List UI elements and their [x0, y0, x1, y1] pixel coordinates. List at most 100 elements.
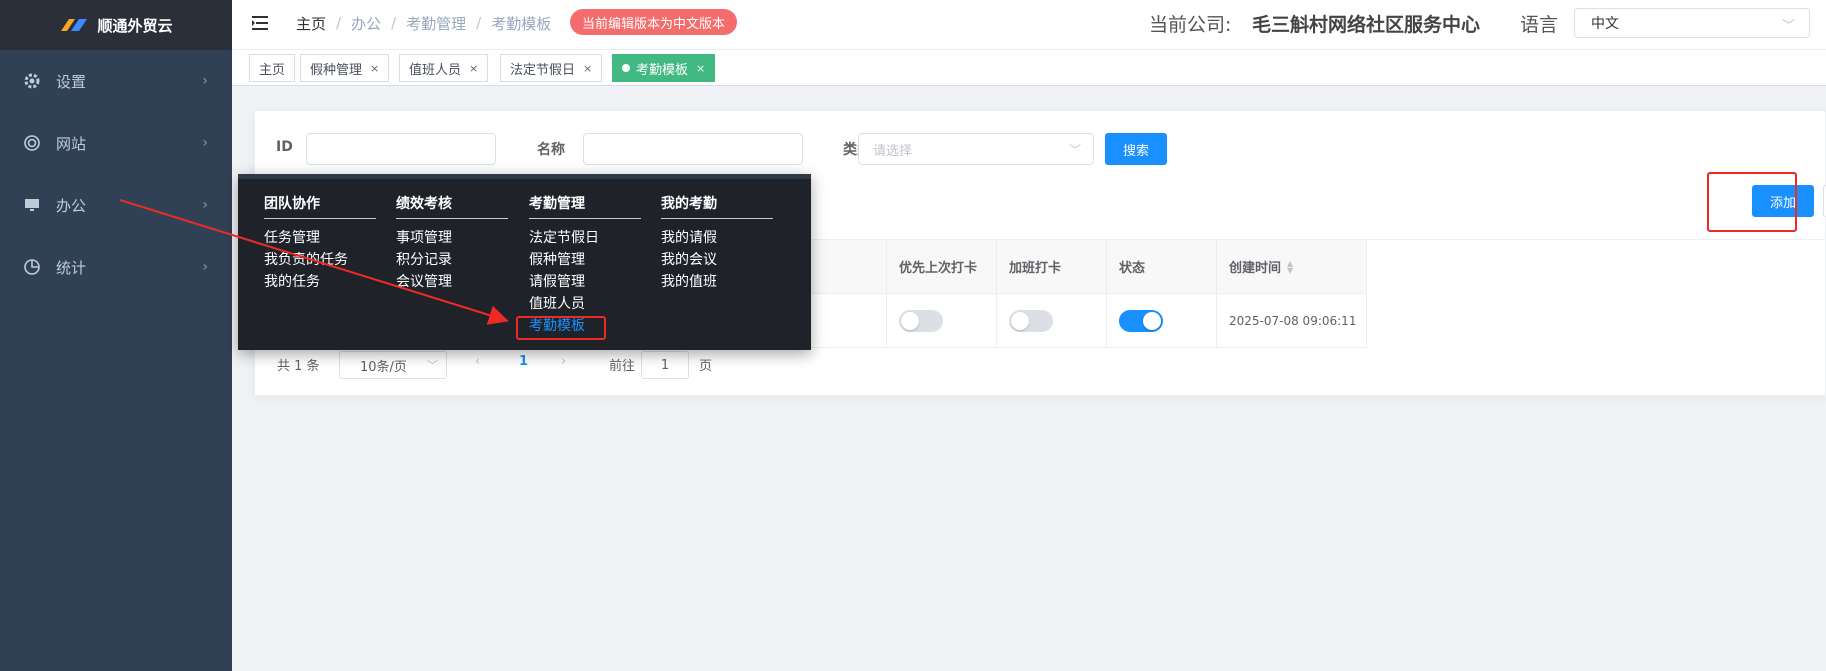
menu-column-title: 我的考勤 — [661, 193, 773, 219]
created-at-value: 2025-07-08 09:06:11 — [1229, 313, 1357, 328]
language-select[interactable]: 中文 ﹀ — [1574, 8, 1810, 38]
status-switch[interactable] — [1119, 309, 1163, 332]
tag-label: 法定节假日 — [510, 62, 576, 78]
monitor-icon — [22, 195, 42, 215]
breadcrumb-item[interactable]: 主页 — [296, 13, 326, 34]
sidebar-item-settings[interactable]: 设置 › — [0, 50, 232, 112]
sidebar-item-label: 办公 — [56, 196, 87, 215]
logo-text: 顺通外贸云 — [97, 16, 173, 35]
chevron-down-icon: ﹀ — [427, 359, 438, 372]
breadcrumb-separator: / — [336, 14, 342, 32]
menu-column-title: 团队协作 — [264, 193, 376, 219]
tags-view: 主页 假种管理 × 值班人员 × 法定节假日 × 考勤模板 × — [232, 50, 1826, 86]
table-header-created-at[interactable]: 创建时间 ▲ ▼ — [1217, 240, 1367, 294]
language-label: 语言 — [1520, 14, 1559, 36]
chevron-right-icon: › — [202, 73, 208, 89]
tag-home[interactable]: 主页 — [249, 54, 296, 82]
pagination: 共 1 条 10条/页 ﹀ ‹ 1 › 前往 1 页 — [255, 351, 955, 381]
breadcrumb-item: 办公 — [351, 14, 382, 33]
add-button-highlight — [1707, 172, 1797, 232]
breadcrumb-item: 考勤模板 — [491, 14, 552, 33]
chevron-right-icon: › — [202, 135, 208, 151]
goto-page-input[interactable]: 1 — [641, 351, 689, 379]
menu-item-my-duty[interactable]: 我的值班 — [661, 271, 773, 293]
id-input[interactable] — [306, 133, 496, 165]
top-header: 主页 / 办公 / 考勤管理 / 考勤模板 当前编辑版本为中文版本 当前公司: … — [232, 0, 1826, 50]
menu-column-team: 团队协作 任务管理 我负责的任务 我的任务 — [264, 193, 376, 293]
active-dot-icon — [622, 64, 630, 72]
menu-column-performance: 绩效考核 事项管理 积分记录 会议管理 — [396, 193, 508, 293]
app-logo[interactable]: 顺通外贸云 — [0, 0, 232, 50]
id-label: ID — [276, 139, 293, 155]
type-select[interactable]: 请选择 ﹀ — [858, 133, 1094, 165]
sidebar: 顺通外贸云 设置 › 网站 › 办公 › 统计 › — [0, 0, 232, 671]
sidebar-item-office[interactable]: 办公 › — [0, 174, 232, 236]
menu-item-duty-staff[interactable]: 值班人员 — [529, 293, 641, 315]
breadcrumb: 主页 / 办公 / 考勤管理 / 考勤模板 — [296, 0, 551, 46]
priority-last-switch[interactable] — [899, 309, 943, 332]
next-page-icon[interactable]: › — [561, 354, 566, 369]
sidebar-item-statistics[interactable]: 统计 › — [0, 236, 232, 298]
tag-label: 值班人员 — [409, 62, 462, 78]
tag-label: 主页 — [259, 62, 286, 78]
menu-item-leave-management[interactable]: 请假管理 — [529, 271, 641, 293]
close-icon[interactable]: × — [696, 62, 705, 75]
menu-column-title: 绩效考核 — [396, 193, 508, 219]
table-cell — [997, 294, 1107, 348]
chevron-right-icon: › — [202, 259, 208, 275]
menu-column-my-attendance: 我的考勤 我的请假 我的会议 我的值班 — [661, 193, 773, 293]
language-value: 中文 — [1591, 16, 1619, 32]
gear-icon — [22, 71, 42, 91]
table-cell — [887, 294, 997, 348]
page-size-select[interactable]: 10条/页 ﹀ — [339, 351, 447, 379]
menu-item-my-meetings[interactable]: 我的会议 — [661, 249, 773, 271]
version-badge: 当前编辑版本为中文版本 — [570, 9, 738, 35]
tag-attendance-template[interactable]: 考勤模板 × — [612, 54, 716, 82]
breadcrumb-item: 考勤管理 — [406, 14, 467, 33]
table-header-status: 状态 — [1107, 240, 1217, 294]
page-number[interactable]: 1 — [519, 354, 528, 369]
pie-chart-icon — [22, 257, 42, 277]
logo-icon — [61, 19, 88, 31]
breadcrumb-separator: / — [391, 14, 397, 32]
tag-label: 考勤模板 — [636, 62, 689, 78]
company-label: 当前公司: — [1149, 14, 1232, 36]
search-button[interactable]: 搜索 — [1105, 133, 1167, 165]
name-input[interactable] — [583, 133, 803, 165]
sidebar-item-label: 设置 — [56, 72, 87, 91]
menu-item-holidays[interactable]: 法定节假日 — [529, 227, 641, 249]
table-cell — [1107, 294, 1217, 348]
menu-item-my-tasks[interactable]: 我的任务 — [264, 271, 376, 293]
sidebar-item-website[interactable]: 网站 › — [0, 112, 232, 174]
table-header-overtime: 加班打卡 — [997, 240, 1107, 294]
menu-item-task-management[interactable]: 任务管理 — [264, 227, 376, 249]
tag-leave-types[interactable]: 假种管理 × — [300, 54, 390, 82]
company-name: 毛三斛村网络社区服务中心 — [1252, 14, 1481, 36]
table-header-priority-last: 优先上次打卡 — [887, 240, 997, 294]
overtime-switch[interactable] — [1009, 309, 1053, 332]
menu-item-my-leave[interactable]: 我的请假 — [661, 227, 773, 249]
menu-item-meeting-management[interactable]: 会议管理 — [396, 271, 508, 293]
type-placeholder: 请选择 — [873, 143, 913, 159]
menu-item-points-record[interactable]: 积分记录 — [396, 249, 508, 271]
tag-duty-staff[interactable]: 值班人员 × — [399, 54, 489, 82]
table-cell: 2025-07-08 09:06:11 — [1217, 294, 1367, 348]
menu-item-leave-types[interactable]: 假种管理 — [529, 249, 641, 271]
close-icon[interactable]: × — [469, 62, 478, 75]
sidebar-item-label: 统计 — [56, 258, 87, 277]
menu-column-title: 考勤管理 — [529, 193, 641, 219]
page-suffix: 页 — [699, 359, 713, 374]
hamburger-icon[interactable] — [250, 12, 272, 34]
menu-item-my-responsible-tasks[interactable]: 我负责的任务 — [264, 249, 376, 271]
chevron-down-icon: ﹀ — [1781, 19, 1795, 34]
close-icon[interactable]: × — [370, 62, 379, 75]
tag-holidays[interactable]: 法定节假日 × — [500, 54, 603, 82]
name-label: 名称 — [537, 142, 565, 158]
close-icon[interactable]: × — [583, 62, 592, 75]
sort-icon[interactable]: ▲▼ — [1287, 259, 1293, 274]
pagination-total: 共 1 条 — [277, 359, 320, 374]
goto-label: 前往 — [609, 359, 636, 374]
prev-page-icon[interactable]: ‹ — [475, 354, 480, 369]
sidebar-item-label: 网站 — [56, 134, 87, 153]
menu-item-matters[interactable]: 事项管理 — [396, 227, 508, 249]
